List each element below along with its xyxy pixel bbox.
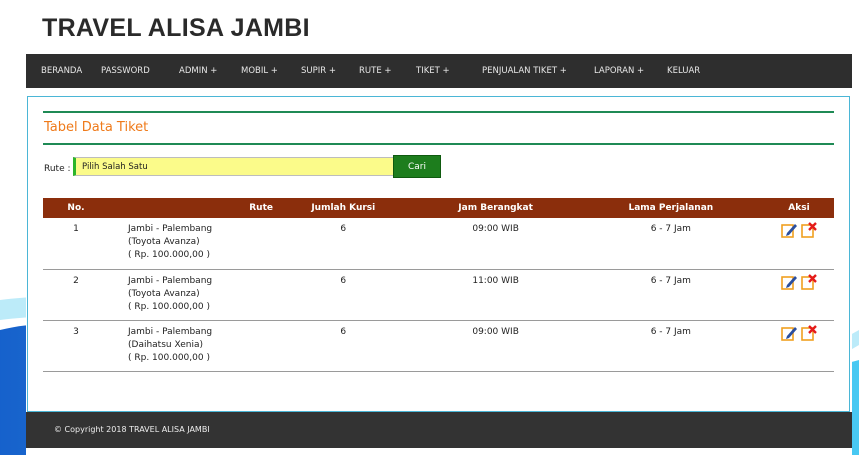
nav-beranda[interactable]: BERANDA — [41, 54, 82, 88]
edit-icon[interactable] — [780, 273, 798, 291]
table-row: 1 Jambi - Palembang (Toyota Avanza) ( Rp… — [43, 218, 834, 270]
nav-mobil[interactable]: MOBIL + — [241, 54, 278, 88]
table-row: 3 Jambi - Palembang (Daihatsu Xenia) ( R… — [43, 320, 834, 372]
route-cell: Jambi - Palembang (Toyota Avanza) ( Rp. … — [109, 269, 273, 321]
route-select-value: Pilih Salah Satu — [82, 162, 148, 172]
nav-password[interactable]: PASSWORD — [101, 54, 150, 88]
departure-time: 09:00 WIB — [413, 218, 578, 270]
nav-keluar[interactable]: KELUAR — [667, 54, 700, 88]
delete-icon[interactable] — [800, 324, 818, 342]
panel-divider-bottom — [43, 143, 834, 145]
nav-laporan[interactable]: LAPORAN + — [594, 54, 644, 88]
route-price: ( Rp. 100.000,00 ) — [128, 352, 210, 363]
route-car: (Daihatsu Xenia) — [128, 339, 203, 350]
column-header-aksi: Aksi — [764, 198, 834, 218]
column-header-rute: Rute — [109, 198, 273, 218]
route-name: Jambi - Palembang — [128, 224, 213, 234]
route-cell: Jambi - Palembang (Daihatsu Xenia) ( Rp.… — [109, 320, 273, 372]
nav-tiket[interactable]: TIKET + — [416, 54, 450, 88]
panel-divider-top — [43, 111, 834, 113]
seat-count: 6 — [273, 269, 414, 321]
route-name: Jambi - Palembang — [128, 326, 213, 337]
main-navbar: BERANDA PASSWORD ADMIN + MOBIL + SUPIR +… — [26, 54, 852, 88]
nav-supir[interactable]: SUPIR + — [301, 54, 336, 88]
site-title: TRAVEL ALISA JAMBI — [42, 14, 310, 42]
departure-time: 11:00 WIB — [413, 269, 578, 321]
route-cell: Jambi - Palembang (Toyota Avanza) ( Rp. … — [109, 218, 273, 270]
column-header-no: No. — [43, 198, 109, 218]
action-cell — [764, 269, 834, 321]
route-price: ( Rp. 100.000,00 ) — [128, 250, 210, 260]
search-button[interactable]: Cari — [393, 155, 441, 178]
column-header-lama-perjalanan: Lama Perjalanan — [577, 198, 764, 218]
page-container: TRAVEL ALISA JAMBI BERANDA PASSWORD ADMI… — [26, 0, 852, 455]
route-select[interactable]: Pilih Salah Satu ▼ — [73, 157, 413, 176]
departure-time: 09:00 WIB — [413, 320, 578, 372]
ticket-table: No. Rute Jumlah Kursi Jam Berangkat Lama… — [43, 198, 834, 372]
route-car: (Toyota Avanza) — [128, 288, 200, 299]
content-panel: Tabel Data Tiket Rute : Pilih Salah Satu… — [27, 96, 850, 412]
column-header-jam-berangkat: Jam Berangkat — [413, 198, 578, 218]
nav-penjualan-tiket[interactable]: PENJUALAN TIKET + — [482, 54, 567, 88]
edit-icon[interactable] — [780, 221, 798, 239]
trip-duration: 6 - 7 Jam — [577, 320, 764, 372]
route-filter-label: Rute : — [44, 164, 71, 174]
trip-duration: 6 - 7 Jam — [577, 269, 764, 321]
seat-count: 6 — [273, 218, 414, 270]
route-car: (Toyota Avanza) — [128, 237, 200, 247]
row-number: 1 — [43, 218, 109, 270]
delete-icon[interactable] — [800, 221, 818, 239]
page-footer: © Copyright 2018 TRAVEL ALISA JAMBI — [26, 412, 852, 448]
route-price: ( Rp. 100.000,00 ) — [128, 301, 210, 312]
nav-rute[interactable]: RUTE + — [359, 54, 392, 88]
route-name: Jambi - Palembang — [128, 275, 213, 286]
edit-icon[interactable] — [780, 324, 798, 342]
nav-admin[interactable]: ADMIN + — [179, 54, 217, 88]
row-number: 2 — [43, 269, 109, 321]
panel-title: Tabel Data Tiket — [44, 120, 149, 135]
table-row: 2 Jambi - Palembang (Toyota Avanza) ( Rp… — [43, 269, 834, 321]
delete-icon[interactable] — [800, 273, 818, 291]
action-cell — [764, 218, 834, 270]
seat-count: 6 — [273, 320, 414, 372]
trip-duration: 6 - 7 Jam — [577, 218, 764, 270]
copyright-text: © Copyright 2018 TRAVEL ALISA JAMBI — [54, 425, 210, 434]
action-cell — [764, 320, 834, 372]
table-header-row: No. Rute Jumlah Kursi Jam Berangkat Lama… — [43, 198, 834, 218]
row-number: 3 — [43, 320, 109, 372]
column-header-jumlah-kursi: Jumlah Kursi — [273, 198, 414, 218]
